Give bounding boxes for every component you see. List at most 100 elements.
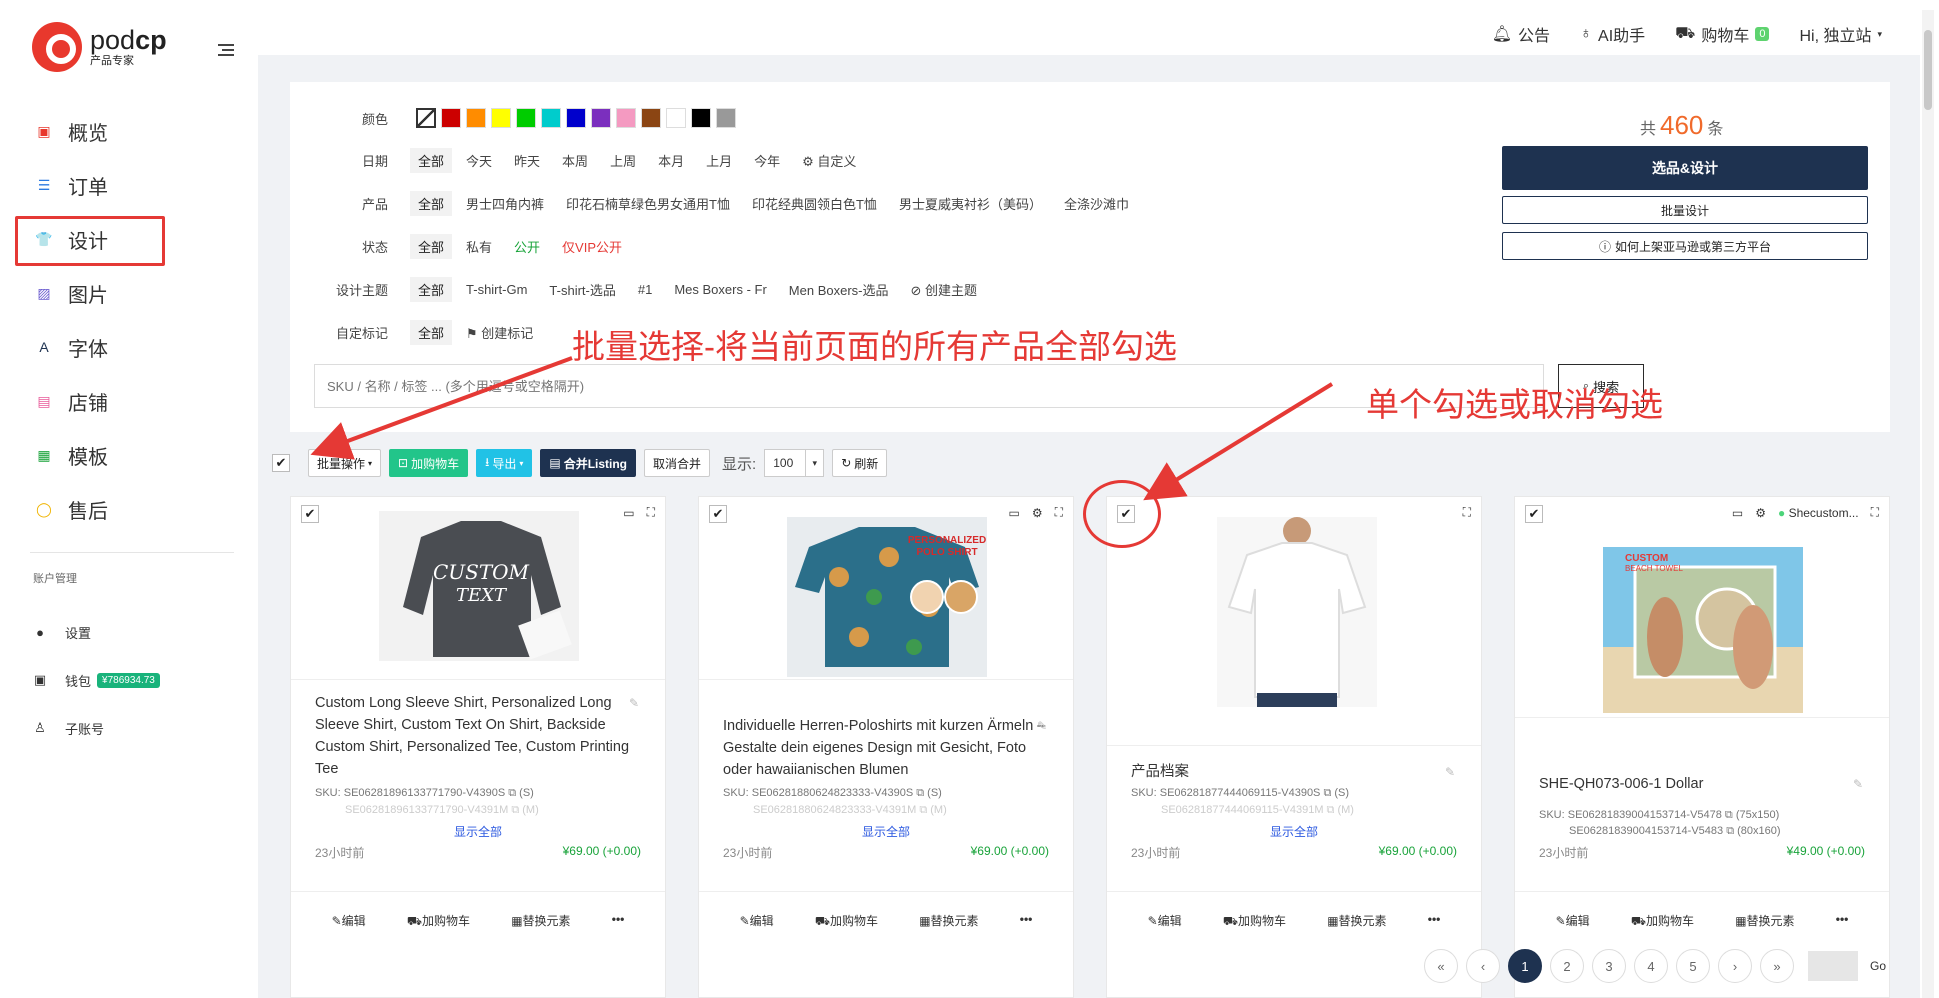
create-theme-button[interactable]: ⊘ 创建主题 [903,277,986,302]
filter-option[interactable]: 本月 [650,148,692,173]
filter-option[interactable]: 昨天 [506,148,548,173]
page-size-select[interactable]: 100 ▾ [764,449,825,477]
more-actions-icon[interactable]: ••• [1836,912,1849,930]
product-checkbox[interactable]: ✔ [301,505,319,523]
edit-action[interactable]: ✎编辑 [740,912,774,930]
color-swatch[interactable] [566,108,586,128]
filter-option[interactable]: T-shirt-Gm [458,279,535,300]
sidebar-item-wallet[interactable]: ▣ 钱包 ¥786934.73 [33,656,160,704]
go-button[interactable]: Go [1870,959,1886,973]
color-swatch[interactable] [441,108,461,128]
page-button[interactable]: 4 [1634,949,1668,983]
filter-option[interactable]: 全部 [410,190,453,216]
batch-ops-dropdown[interactable]: 批量操作 ▾ [308,449,382,477]
product-image[interactable]: CUSTOM TEXT [291,497,667,677]
color-swatch[interactable] [516,108,536,128]
page-jump-input[interactable] [1808,951,1858,981]
search-field[interactable] [314,364,1544,408]
color-swatch[interactable] [541,108,561,128]
ai-assistant-link[interactable]: ♁ AI助手 [1580,22,1645,46]
product-checkbox[interactable]: ✔ [1525,505,1543,523]
color-swatch[interactable] [716,108,736,128]
sidebar-item-monitor[interactable]: ▣ 概览 [0,104,258,158]
filter-option[interactable]: 仅VIP公开 [554,234,630,259]
show-all-link[interactable]: 显示全部 [291,823,665,840]
product-title[interactable]: Individuelle Herren-Poloshirts mit kurze… [723,715,1047,781]
search-input[interactable] [315,365,1543,407]
color-swatch[interactable] [616,108,636,128]
sidebar-item-template[interactable]: ▦ 模板 [0,428,258,482]
expand-icon[interactable]: ⛶ [1871,505,1879,520]
page-button[interactable]: 3 [1592,949,1626,983]
sidebar-item-image[interactable]: ▨ 图片 [0,266,258,320]
color-swatch[interactable] [691,108,711,128]
more-actions-icon[interactable]: ••• [1428,912,1441,930]
add-cart-action[interactable]: ⛟加购物车 [1223,912,1286,930]
color-swatch[interactable] [591,108,611,128]
filter-option[interactable]: 全部 [410,233,453,259]
product-title[interactable]: SHE-QH073-006-1 Dollar [1539,773,1863,795]
page-button[interactable]: 5 [1676,949,1710,983]
sidebar-item-chat[interactable]: ◯ 售后 [0,482,258,536]
filter-option[interactable]: 公开 [506,234,548,259]
next-page-button[interactable]: › [1718,949,1752,983]
sidebar-item-settings[interactable]: ● 设置 [33,608,160,656]
color-swatch[interactable] [666,108,686,128]
edit-pencil-icon[interactable]: ✎ [1853,777,1863,791]
filter-option[interactable]: 上月 [698,148,740,173]
color-swatch[interactable] [466,108,486,128]
howto-button[interactable]: ⓘ 如何上架亚马逊或第三方平台 [1502,232,1868,260]
replace-element-action[interactable]: ▦替换元素 [1327,912,1386,930]
product-image[interactable]: CUSTOM BEACH TOWEL [1515,497,1891,713]
product-card[interactable]: ✔ ⛶ 产品档案 ✎ SKU: SE06281877444069115-V439… [1106,496,1482,998]
sidebar-item-store[interactable]: ▤ 店铺 [0,374,258,428]
expand-icon[interactable]: ⛶ [1463,505,1471,520]
filter-option[interactable]: 印花经典圆领白色T恤 [744,191,885,216]
store-icon[interactable]: ▭ [1732,506,1743,520]
select-design-button[interactable]: 选品&设计 [1502,146,1868,190]
more-actions-icon[interactable]: ••• [1020,912,1033,930]
filter-option[interactable]: #1 [630,279,660,300]
user-menu[interactable]: Hi, 独立站 ▾ [1799,22,1882,46]
color-swatch-none[interactable] [416,108,436,128]
show-all-link[interactable]: 显示全部 [699,823,1073,840]
first-page-button[interactable]: « [1424,949,1458,983]
filter-option[interactable]: 全部 [410,147,453,173]
custom-date-button[interactable]: ⚙ 自定义 [794,148,864,173]
replace-element-action[interactable]: ▦替换元素 [1735,912,1794,930]
filter-option[interactable]: 今天 [458,148,500,173]
add-cart-action[interactable]: ⛟加购物车 [407,912,470,930]
filter-option[interactable]: 今年 [746,148,788,173]
color-swatch[interactable] [491,108,511,128]
add-cart-action[interactable]: ⛟加购物车 [815,912,878,930]
last-page-button[interactable]: » [1760,949,1794,983]
page-button[interactable]: 1 [1508,949,1542,983]
expand-icon[interactable]: ⛶ [647,505,655,520]
sidebar-item-list[interactable]: ☰ 订单 [0,158,258,212]
product-title[interactable]: Custom Long Sleeve Shirt, Personalized L… [315,692,639,780]
filter-option[interactable]: 本周 [554,148,596,173]
edit-pencil-icon[interactable]: ✎ [1445,765,1455,779]
logo[interactable]: podcp 产品专家 [32,22,167,72]
export-dropdown[interactable]: ⭳ 导出 ▾ [476,449,533,477]
product-checkbox[interactable]: ✔ [709,505,727,523]
filter-option[interactable]: Mes Boxers - Fr [666,279,774,300]
product-image[interactable] [1107,497,1483,707]
expand-icon[interactable]: ⛶ [1055,505,1063,520]
settings-icon[interactable]: ⚙ [1755,506,1766,520]
more-actions-icon[interactable]: ••• [612,912,625,930]
filter-option[interactable]: Men Boxers-选品 [781,277,897,302]
filter-option[interactable]: 全涤沙滩巾 [1056,191,1137,216]
color-swatch[interactable] [641,108,661,128]
replace-element-action[interactable]: ▦替换元素 [511,912,570,930]
page-button[interactable]: 2 [1550,949,1584,983]
store-icon[interactable]: ▭ [623,506,634,520]
filter-option[interactable]: 男士四角内裤 [458,191,552,216]
add-cart-action[interactable]: ⛟加购物车 [1631,912,1694,930]
unmerge-button[interactable]: 取消合并 [644,449,711,477]
filter-option[interactable]: 私有 [458,234,500,259]
filter-option[interactable]: 上周 [602,148,644,173]
product-image[interactable]: PERSONALIZED POLO SHIRT [699,497,1075,677]
batch-design-button[interactable]: 批量设计 [1502,196,1868,224]
filter-option[interactable]: 印花石楠草绿色男女通用T恤 [558,191,738,216]
